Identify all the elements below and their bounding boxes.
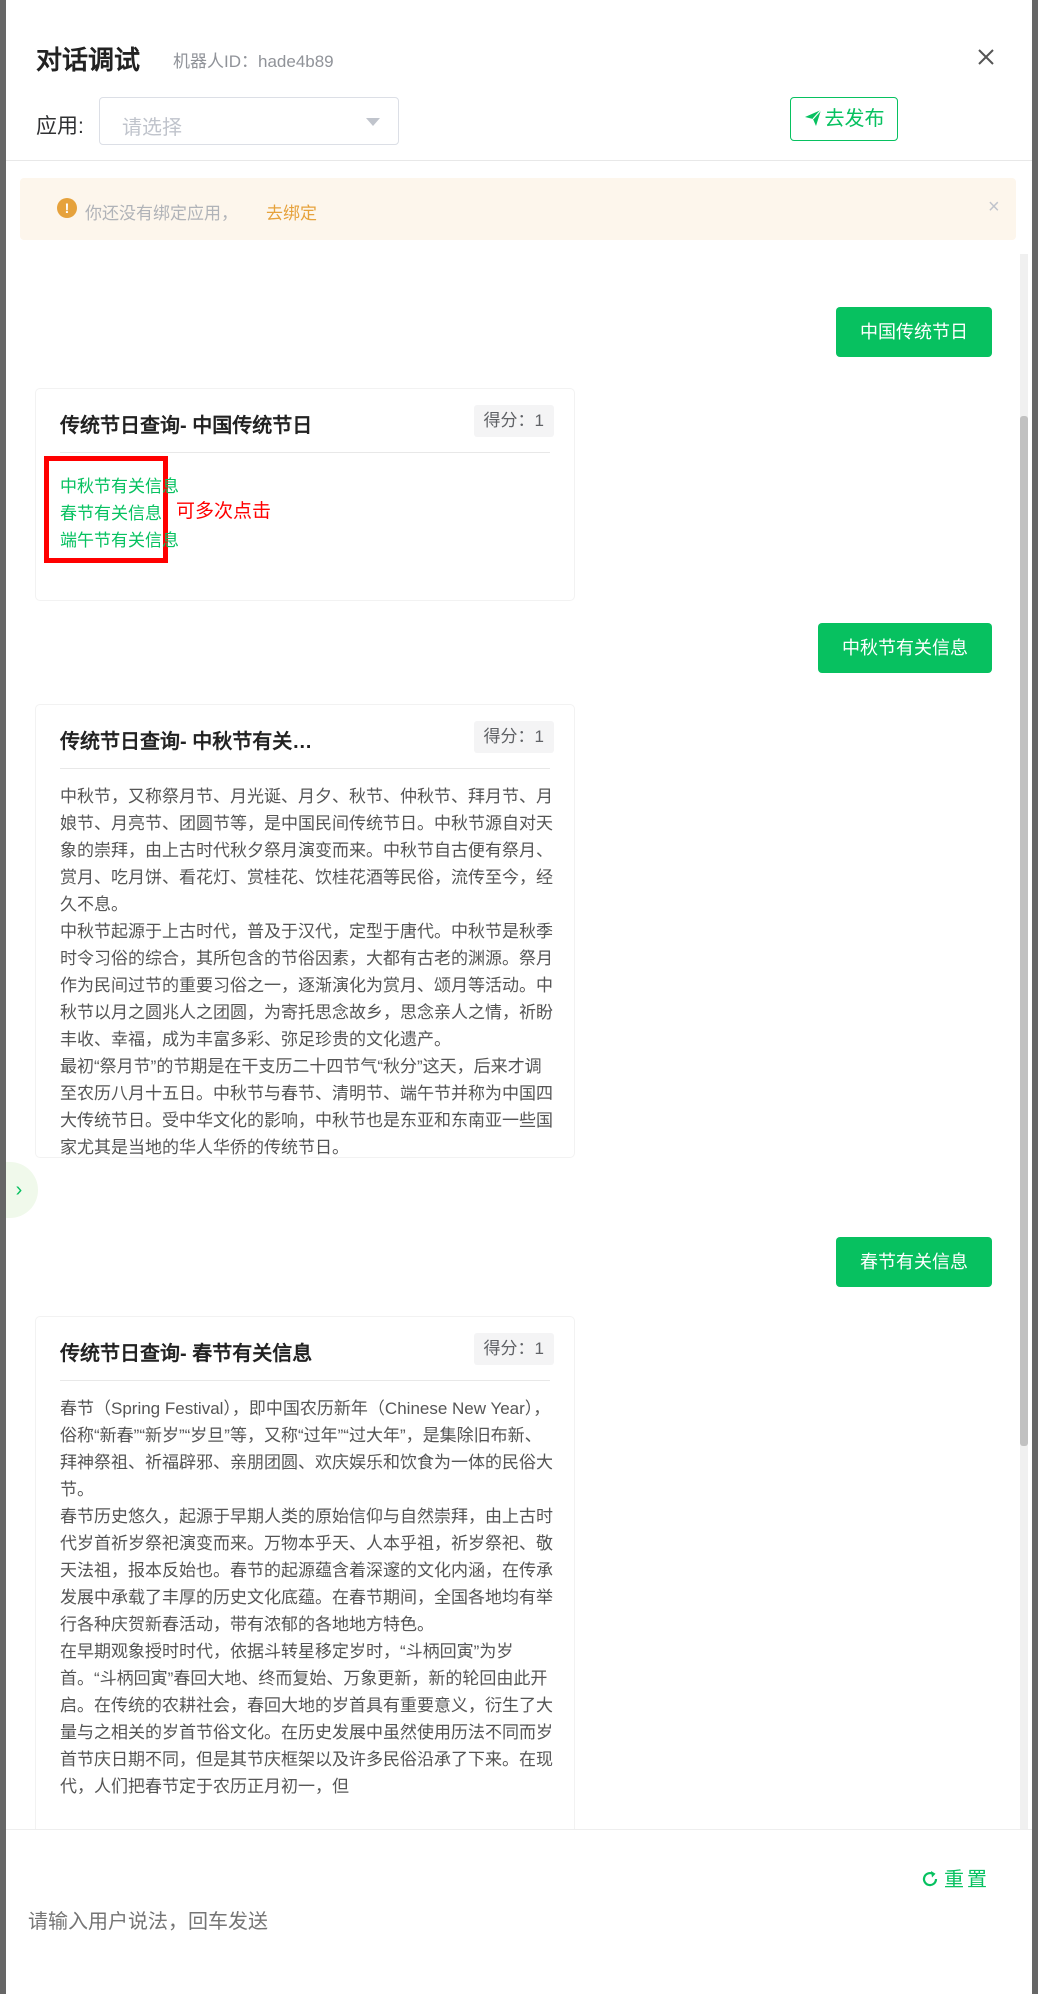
refresh-icon — [922, 1871, 938, 1887]
warning-icon: ! — [57, 198, 77, 218]
message-input[interactable] — [28, 1902, 1008, 1942]
chat-debug-drawer: 对话调试 机器人ID：hade4b89 应用: 请选择 去发布 ! 你还没有绑定… — [6, 0, 1032, 1994]
app-label: 应用: — [36, 115, 84, 138]
user-message[interactable]: 中秋节有关信息 — [818, 623, 992, 673]
app-select-placeholder: 请选择 — [122, 117, 182, 139]
bot-response-card: 传统节日查询- 春节有关信息 得分：1 春节（Spring Festival），… — [36, 1317, 574, 1829]
reset-button[interactable]: 重置 — [920, 1863, 990, 1892]
score-badge: 得分：1 — [473, 1333, 554, 1365]
response-text: 中秋节，又称祭月节、月光诞、月夕、秋节、仲秋节、拜月节、月娘节、月亮节、团圆节等… — [60, 783, 554, 1161]
page-title: 对话调试 — [36, 45, 141, 75]
response-paragraph: 春节历史悠久，起源于早期人类的原始信仰与自然崇拜，由上古时代岁首祈岁祭祀演变而来… — [60, 1507, 553, 1634]
score-badge: 得分：1 — [473, 405, 554, 437]
close-icon[interactable] — [972, 44, 1000, 72]
score-badge: 得分：1 — [473, 721, 554, 753]
publish-label: 去发布 — [824, 108, 885, 130]
drawer-header: 对话调试 机器人ID：hade4b89 应用: 请选择 去发布 — [6, 0, 1032, 161]
divider — [60, 452, 550, 453]
option-link[interactable]: 春节有关信息 — [60, 499, 162, 524]
response-paragraph: 在早期观象授时时代，依据斗转星移定岁时，“斗柄回寅”为岁首。“斗柄回寅”春回大地… — [60, 1642, 553, 1796]
option-link[interactable]: 端午节有关信息 — [60, 526, 179, 551]
divider — [60, 768, 550, 769]
expand-chevron-icon[interactable]: › — [6, 1162, 38, 1218]
bot-response-card: 传统节日查询- 中秋节有关… 得分：1 中秋节，又称祭月节、月光诞、月夕、秋节、… — [36, 705, 574, 1157]
reset-label: 重置 — [944, 1869, 990, 1891]
divider — [60, 1380, 550, 1381]
scrollbar[interactable] — [1020, 254, 1028, 1829]
bind-alert: ! 你还没有绑定应用， 去绑定 × — [20, 178, 1016, 240]
response-paragraph: 中秋节，又称祭月节、月光诞、月夕、秋节、仲秋节、拜月节、月娘节、月亮节、团圆节等… — [60, 787, 553, 914]
caret-down-icon — [366, 118, 380, 126]
response-paragraph: 春节（Spring Festival），即中国农历新年（Chinese New … — [60, 1399, 553, 1499]
annotation-note: 可多次点击 — [176, 501, 272, 522]
robot-id: 机器人ID：hade4b89 — [173, 52, 334, 71]
chat-area: ! 你还没有绑定应用， 去绑定 × 中国传统节日 传统节日查询- 中国传统节日 … — [6, 162, 1032, 1829]
input-footer: 重置 — [6, 1829, 1032, 1994]
user-message[interactable]: 春节有关信息 — [836, 1237, 992, 1287]
response-paragraph: 中秋节起源于上古时代，普及于汉代，定型于唐代。中秋节是秋季时令习俗的综合，其所包… — [60, 922, 553, 1049]
app-select[interactable]: 请选择 — [99, 97, 399, 145]
send-icon — [804, 109, 821, 126]
publish-button[interactable]: 去发布 — [790, 97, 898, 141]
user-message[interactable]: 中国传统节日 — [836, 307, 992, 357]
alert-text: 你还没有绑定应用， — [85, 204, 238, 223]
response-text: 春节（Spring Festival），即中国农历新年（Chinese New … — [60, 1395, 554, 1800]
card-title: 传统节日查询- 春节有关信息 — [60, 1343, 313, 1365]
response-paragraph: 最初“祭月节”的节期是在干支历二十四节气“秋分”这天，后来才调至农历八月十五日。… — [60, 1057, 553, 1157]
bind-link[interactable]: 去绑定 — [266, 199, 317, 224]
option-link[interactable]: 中秋节有关信息 — [60, 472, 179, 497]
scrollbar-thumb[interactable] — [1020, 416, 1028, 1446]
card-title: 传统节日查询- 中秋节有关… — [60, 731, 313, 753]
bot-response-card: 传统节日查询- 中国传统节日 得分：1 中秋节有关信息 春节有关信息 端午节有关… — [36, 389, 574, 600]
card-title: 传统节日查询- 中国传统节日 — [60, 415, 313, 437]
right-overlay-strip — [1032, 0, 1038, 1994]
alert-close-icon[interactable]: × — [988, 196, 1000, 219]
